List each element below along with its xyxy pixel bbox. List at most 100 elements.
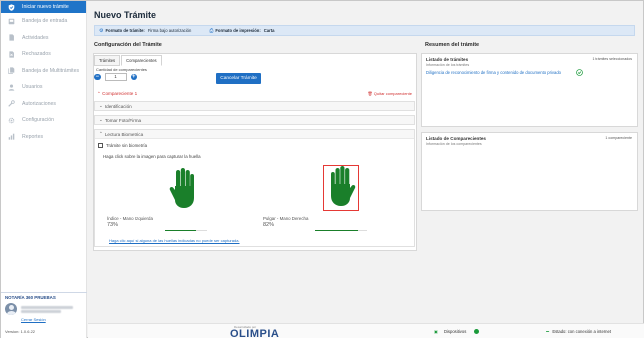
no-biometric-checkbox-row[interactable]: Trámite sin biometría: [98, 143, 147, 148]
document-stack-icon: [8, 67, 15, 75]
remove-compareciente-link[interactable]: 🗑 Quitar compareciente: [368, 91, 412, 96]
sidebar-item-activities[interactable]: Actividades: [1, 30, 86, 47]
right-hand-capture[interactable]: [323, 165, 359, 211]
page-title: Nuevo Trámite: [94, 10, 157, 20]
network-icon: ⎓: [546, 329, 550, 334]
print-format-label: Formato de impresión:: [215, 28, 261, 33]
accordion-foto-firma[interactable]: ⌄ Tomar Foto/Firma: [94, 115, 415, 125]
user-row: [5, 303, 83, 315]
accordion-label: Tomar Foto/Firma: [104, 117, 142, 123]
inbox-icon: [8, 18, 15, 25]
sidebar-item-rejected[interactable]: Rechazados: [1, 46, 86, 63]
tab-tramites[interactable]: Trámites: [94, 55, 121, 66]
sidebar-item-label: Actividades: [22, 34, 49, 41]
config-section-title: Configuración del Trámite: [94, 42, 162, 48]
format-label: Formato de trámite:: [105, 28, 145, 33]
left-quality-bar-fill: [165, 230, 196, 232]
sidebar-item-settings[interactable]: Configuración: [1, 112, 86, 129]
check-circle-icon: [576, 68, 583, 78]
compareciente-header: ⌃ Compareciente 1 🗑 Quitar compareciente: [94, 89, 415, 98]
sidebar-item-label: Usuarios: [22, 84, 43, 91]
tab-comparecientes[interactable]: Comparecientes: [121, 55, 162, 66]
connection-label: Estado: con conexión a internet: [552, 329, 612, 334]
right-finger-label: Pulgar - Mano Derecha: [263, 216, 309, 221]
version-label: Version: 1.0.6.22: [5, 329, 36, 334]
tools-icon: [8, 100, 15, 107]
comparecientes-count: 1 compareciente: [605, 136, 632, 140]
gear-icon: [8, 117, 15, 124]
accordion-identificacion[interactable]: ⌄ Identificación: [94, 101, 415, 111]
right-quality-percent: 82%: [263, 222, 275, 228]
sidebar-item-label: Rechazados: [22, 51, 51, 58]
sidebar-item-label: Bandeja de Multitrámites: [22, 67, 80, 74]
print-format-value: Carta: [263, 28, 275, 33]
devices-status[interactable]: ▣ Dispositivos: [434, 329, 480, 334]
sidebar-item-label: Bandeja de entrada: [22, 18, 68, 25]
sidebar-item-reports[interactable]: Reportes: [1, 129, 86, 146]
sidebar-item-users[interactable]: Usuarios: [1, 79, 86, 96]
left-hand-icon: [169, 168, 194, 208]
biometric-header[interactable]: ⌃ Lectura Biometrica: [95, 130, 414, 139]
procedures-list-card: Listado de trámites Información de los t…: [421, 53, 638, 127]
summary-section-title: Resumen del trámite: [425, 42, 480, 48]
config-tabs: Trámites Comparecientes: [94, 55, 163, 66]
notary-panel: NOTARÍA 360 PRUEBAS Cerrar Sesión: [1, 292, 87, 326]
olimpia-logo: OLIMPIA: [230, 328, 280, 338]
increment-button[interactable]: +: [130, 73, 137, 81]
right-hand-icon: [331, 166, 356, 206]
sidebar: Iniciar nuevo trámite Bandeja de entrada…: [1, 1, 87, 338]
accordion-label: Identificación: [104, 103, 132, 109]
right-quality-bar-fill: [315, 230, 358, 232]
biometric-title: Lectura Biometrica: [104, 131, 144, 137]
no-biometric-label: Trámite sin biometría: [106, 143, 148, 148]
chart-icon: [8, 133, 15, 140]
comparecientes-list-subtitle: Información de los comparecientes: [426, 142, 482, 146]
sidebar-item-label: Iniciar nuevo trámite: [22, 4, 69, 10]
document-icon: [8, 34, 15, 41]
no-biometric-checkbox[interactable]: [98, 143, 103, 148]
procedures-list-subtitle: Información de los trámites: [426, 63, 470, 67]
chevron-down-icon: ⌄: [99, 103, 103, 108]
printer-icon: ⎙: [209, 27, 214, 34]
quantity-stepper: − 1 +: [94, 73, 137, 81]
status-bar: Desarrollado por OLIMPIA ▣ Dispositivos …: [88, 323, 644, 338]
shield-icon: [8, 3, 15, 11]
left-quality-percent: 73%: [107, 222, 119, 228]
sidebar-item-multi-procedures[interactable]: Bandeja de Multitrámites: [1, 63, 86, 80]
document-x-icon: [8, 51, 15, 58]
device-ok-icon: [474, 329, 480, 334]
user-info-redacted: [21, 305, 83, 314]
cancel-procedure-button[interactable]: Cancelar Trámite: [216, 73, 261, 84]
sidebar-item-label: Autorizaciones: [22, 100, 57, 107]
quantity-label: Cantidad de comparecientes: [96, 67, 147, 72]
user-icon: [8, 84, 15, 91]
chevron-down-icon: ⌄: [99, 117, 103, 122]
left-quality-bar: [165, 230, 207, 232]
capture-help-link[interactable]: Haga clic aquí si alguna de las huellas …: [109, 238, 240, 243]
format-info-bar: ⚙ Formato de trámite: Firma bajo autoriz…: [94, 25, 635, 36]
right-quality-bar: [315, 230, 367, 232]
procedure-item[interactable]: Diligencia de reconocimiento de firma y …: [426, 70, 561, 75]
left-hand-capture[interactable]: [167, 168, 197, 210]
comparecientes-list-card: Listado de Comparecientes Información de…: [421, 132, 638, 211]
main-content: Nuevo Trámite ⚙ Formato de trámite: Firm…: [88, 1, 644, 323]
compareciente-toggle[interactable]: ⌃ Compareciente 1: [97, 91, 137, 97]
comparecientes-list-title: Listado de Comparecientes: [426, 136, 486, 141]
notary-title: NOTARÍA 360 PRUEBAS: [5, 295, 56, 300]
sidebar-item-label: Reportes: [22, 133, 44, 140]
sidebar-item-label: Configuración: [22, 117, 55, 124]
sidebar-item-authorizations[interactable]: Autorizaciones: [1, 96, 86, 113]
chevron-up-icon: ⌃: [99, 131, 103, 136]
gear-icon: ⚙: [99, 27, 104, 34]
logout-link[interactable]: Cerrar Sesión: [21, 317, 83, 322]
decrement-button[interactable]: −: [94, 73, 101, 81]
devices-label: Dispositivos: [443, 329, 467, 334]
procedures-list-title: Listado de trámites: [426, 57, 469, 62]
biometric-section: ⌃ Lectura Biometrica Trámite sin biometr…: [94, 129, 415, 247]
procedures-count: 1 trámites seleccionados: [592, 57, 632, 61]
sidebar-item-inbox[interactable]: Bandeja de entrada: [1, 13, 86, 30]
quantity-input[interactable]: 1: [104, 73, 127, 81]
sidebar-item-new-procedure[interactable]: Iniciar nuevo trámite: [1, 1, 86, 13]
left-finger-label: Índice - Mano Izquierda: [107, 216, 153, 221]
fingerprint-device-icon: ▣: [434, 329, 438, 334]
